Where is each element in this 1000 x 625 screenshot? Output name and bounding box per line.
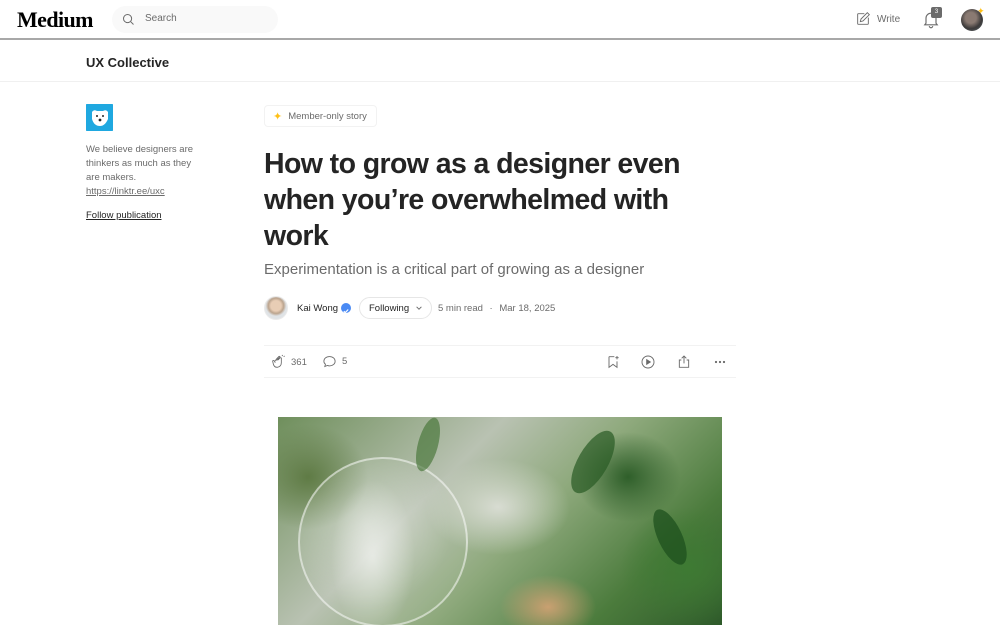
pencil-square-icon [857,12,870,25]
share-icon [678,355,690,368]
member-star-icon: ✦ [977,6,985,16]
publication-name[interactable]: UX Collective [86,55,169,70]
member-only-badge: ✦ Member-only story [264,105,377,127]
meta-separator: · [489,303,493,314]
glass-bulb-shape [298,457,468,625]
article-hero-image[interactable] [278,417,722,625]
clap-count: 361 [291,356,307,368]
article-action-bar: 361 5 [264,345,736,378]
leaf-shape [411,417,445,474]
publication-bar: UX Collective [0,42,1000,82]
verified-badge-icon [341,303,351,314]
read-time: 5 min read [438,303,483,314]
write-button[interactable]: Write [855,10,900,28]
save-button[interactable] [605,354,621,370]
author-row: Kai Wong Following 5 min read · Mar 18, … [264,296,664,320]
leaf-shape [562,424,624,500]
polar-bear-icon [86,104,113,131]
response-count: 5 [342,356,348,367]
checkmark-icon [343,309,349,314]
write-label: Write [877,13,901,25]
member-star-icon: ✦ [273,110,283,123]
play-circle-icon [641,355,655,369]
clap-button[interactable]: 361 [270,354,307,370]
member-only-label: Member-only story [288,110,367,122]
search-bar[interactable]: Search [112,6,278,33]
chevron-down-icon [416,306,422,310]
publication-description-text: We believe designers are thinkers as muc… [86,144,194,183]
following-label: Following [369,302,410,314]
follow-publication-link[interactable]: Follow publication [86,210,162,221]
medium-logo[interactable]: Medium [17,7,93,33]
more-options-button[interactable] [712,354,728,370]
comment-icon [323,356,336,368]
author-avatar[interactable] [264,296,288,320]
publication-description: We believe designers are thinkers as muc… [86,143,196,199]
search-icon [123,14,134,25]
article-subtitle: Experimentation is a critical part of gr… [264,261,645,278]
top-nav: Medium Search Write 3 ✦ [0,0,1000,40]
search-input[interactable]: Search [145,13,177,24]
article-title: How to grow as a designer even when you’… [264,148,681,252]
following-button[interactable]: Following [359,297,433,319]
responses-button[interactable]: 5 [322,354,347,369]
bookmark-add-icon [608,356,619,369]
leaf-shape [646,504,694,570]
share-button[interactable] [676,354,692,370]
more-horizontal-icon [714,360,726,364]
listen-button[interactable] [640,354,656,370]
author-name[interactable]: Kai Wong [297,303,338,314]
article-meta: 5 min read · Mar 18, 2025 [438,303,555,314]
publication-link[interactable]: https://linktr.ee/uxc [86,186,165,197]
clap-icon [272,354,285,368]
publish-date: Mar 18, 2025 [499,303,556,314]
notification-badge: 3 [931,7,942,18]
publication-logo[interactable] [86,104,113,131]
